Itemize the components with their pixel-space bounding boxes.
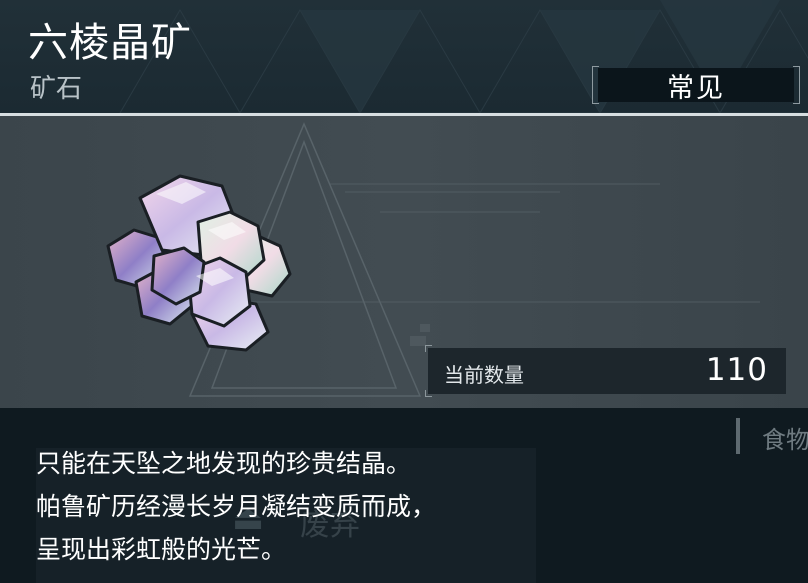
description-line: 只能在天坠之地发现的珍贵结晶。 <box>36 449 412 478</box>
item-display-panel: 当前数量 110 <box>0 116 808 408</box>
rarity-label: 常见 <box>667 72 725 104</box>
description-line: 呈现出彩虹般的光芒。 <box>36 535 287 564</box>
item-category: 矿石 <box>30 74 83 104</box>
item-header: 六棱晶矿 矿石 常见 <box>0 0 808 113</box>
side-tab-food[interactable]: 食物 <box>762 420 808 455</box>
description-line: 帕鲁矿历经漫长岁月凝结变质而成， <box>36 492 437 521</box>
hexagonal-crystal-icon <box>106 174 292 352</box>
current-quantity-label: 当前数量 <box>444 363 524 387</box>
item-description: 只能在天坠之地发现的珍贵结晶。 帕鲁矿历经漫长岁月凝结变质而成， 呈现出彩虹般的… <box>36 442 436 571</box>
bracket-right <box>793 66 800 104</box>
rarity-badge: 常见 <box>592 66 800 104</box>
bracket-left <box>592 66 599 104</box>
corner-mark <box>425 345 432 352</box>
corner-mark <box>425 390 432 397</box>
description-area: ⏏ 废弃 食物 只能在天坠之地发现的珍贵结晶。 帕鲁矿历经漫长岁月凝结变质而成，… <box>0 408 808 583</box>
item-name: 六棱晶矿 <box>28 20 192 66</box>
current-quantity-box: 当前数量 110 <box>425 345 786 397</box>
current-quantity-value: 110 <box>705 352 768 388</box>
side-tab-indicator <box>736 418 740 454</box>
